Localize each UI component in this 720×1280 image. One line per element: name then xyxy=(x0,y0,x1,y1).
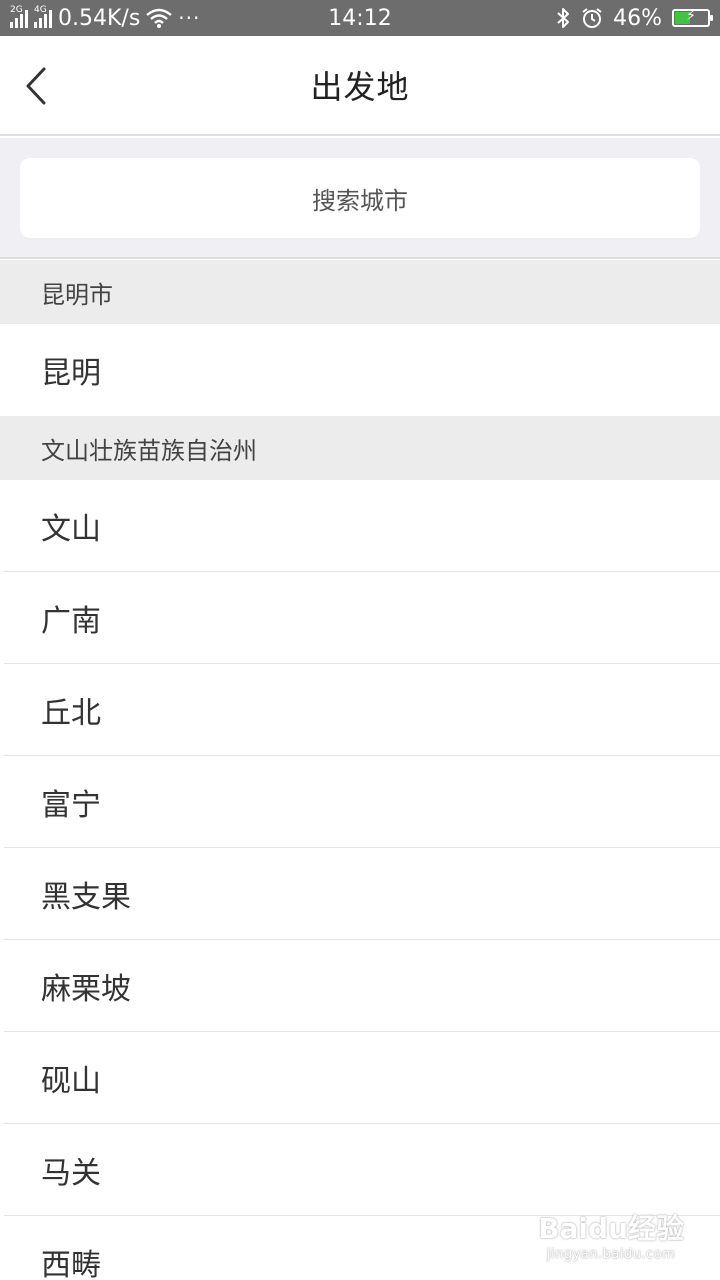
signal-icon: 4G xyxy=(34,5,52,28)
wifi-icon xyxy=(146,8,173,28)
more-notifications-icon: ··· xyxy=(178,6,201,30)
search-input[interactable]: 搜索城市 xyxy=(20,158,700,238)
network-type-1: 2G xyxy=(10,5,23,15)
city-item[interactable]: 丘北 xyxy=(0,664,720,756)
network-speed: 0.54K/s xyxy=(58,5,141,31)
watermark-url: jingyan.baidu.com xyxy=(546,1247,676,1262)
city-item[interactable]: 文山 xyxy=(0,480,720,572)
section-header: 昆明市 xyxy=(0,260,720,324)
navigation-bar: 出发地 xyxy=(0,36,720,136)
battery-charging-icon: ⚡ xyxy=(672,8,713,27)
status-right: 46% ⚡ xyxy=(555,5,713,31)
search-area: 搜索城市 xyxy=(0,138,720,259)
city-item[interactable]: 黑支果 xyxy=(0,848,720,940)
signal-icon: 2G xyxy=(10,5,28,28)
watermark-logo: Baidu经验 xyxy=(538,1212,684,1245)
city-item[interactable]: 富宁 xyxy=(0,756,720,848)
chevron-left-icon xyxy=(26,67,46,105)
page-title: 出发地 xyxy=(310,68,410,106)
status-bar: 2G 4G 0.54K/s ··· 14:12 46% ⚡ xyxy=(0,0,720,36)
battery-percent: 46% xyxy=(613,5,662,31)
status-left: 2G 4G 0.54K/s ··· xyxy=(10,6,200,31)
section-header: 文山壮族苗族自治州 xyxy=(0,416,720,480)
city-item[interactable]: 麻栗坡 xyxy=(0,940,720,1032)
baidu-watermark: Baidu经验 jingyan.baidu.com xyxy=(538,1207,684,1262)
city-item[interactable]: 广南 xyxy=(0,572,720,664)
back-button[interactable] xyxy=(14,62,58,110)
network-type-2: 4G xyxy=(34,5,47,15)
bluetooth-icon xyxy=(557,8,570,28)
city-list: 昆明市 昆明 文山壮族苗族自治州 文山 广南 丘北 富宁 黑支果 麻栗坡 砚山 马关 西畴 xyxy=(0,260,720,1280)
alarm-icon xyxy=(582,8,602,28)
city-item[interactable]: 砚山 xyxy=(0,1032,720,1124)
city-item[interactable]: 昆明 xyxy=(0,324,720,416)
city-item[interactable]: 马关 xyxy=(0,1124,720,1216)
